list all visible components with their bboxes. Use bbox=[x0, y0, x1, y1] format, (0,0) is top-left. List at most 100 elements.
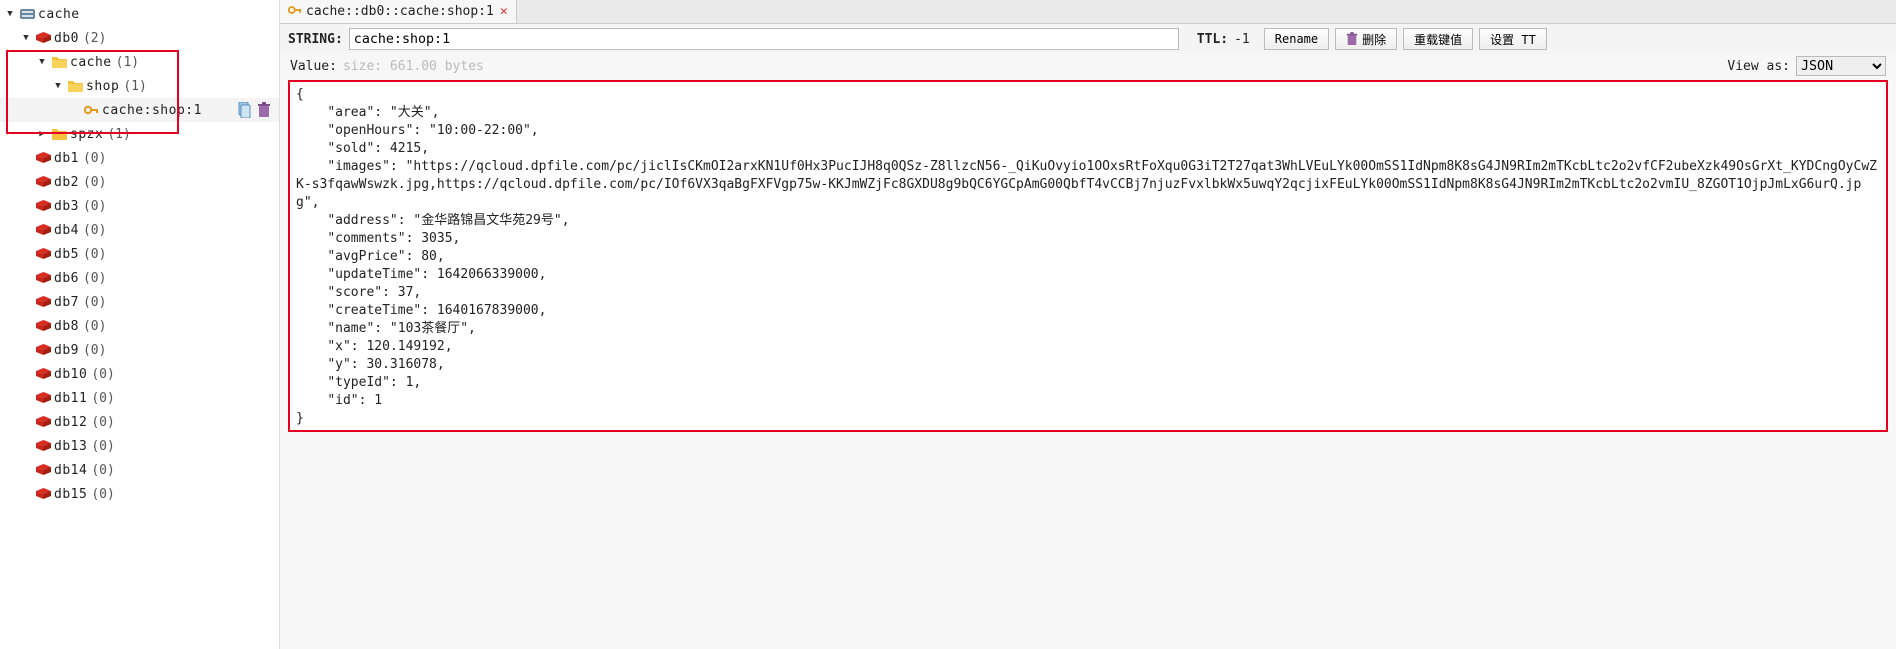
tree-db-node[interactable]: db14 (0) bbox=[0, 458, 279, 482]
redis-db-icon bbox=[34, 344, 52, 356]
key-row-actions bbox=[237, 102, 271, 118]
db-label: db1 bbox=[54, 151, 79, 166]
tree-key-cache-shop-1[interactable]: cache:shop:1 bbox=[0, 98, 279, 122]
tree-db-node[interactable]: db9(0) bbox=[0, 338, 279, 362]
set-ttl-button[interactable]: 设置 TT bbox=[1479, 28, 1547, 50]
folder-label: spzx bbox=[70, 127, 103, 142]
redis-db-icon bbox=[34, 272, 52, 284]
main-panel: cache::db0::cache:shop:1 ✕ STRING: TTL: … bbox=[280, 0, 1896, 649]
ttl-label: TTL: bbox=[1197, 32, 1228, 47]
delete-icon[interactable] bbox=[257, 102, 271, 118]
folder-icon bbox=[50, 128, 68, 140]
tree-db-node[interactable]: db12(0) bbox=[0, 410, 279, 434]
folder-count: (1) bbox=[116, 55, 139, 70]
db-label: db11 bbox=[54, 391, 87, 406]
tree-db-node[interactable]: db8 (0) bbox=[0, 314, 279, 338]
db-count: (0) bbox=[83, 175, 106, 190]
tab-close-icon[interactable]: ✕ bbox=[500, 4, 508, 19]
db-label: db13 bbox=[54, 439, 87, 454]
db-label: db0 bbox=[54, 31, 79, 46]
tree-db-node[interactable]: db3(0) bbox=[0, 194, 279, 218]
db-label: db14 bbox=[54, 463, 87, 478]
key-icon bbox=[288, 4, 302, 20]
key-info-row: STRING: TTL: -1 Rename 删除 重载键值 设置 TT bbox=[280, 24, 1896, 54]
tree-db-node[interactable]: db6(0) bbox=[0, 266, 279, 290]
key-name-input[interactable] bbox=[349, 28, 1179, 50]
chevron-down-icon[interactable] bbox=[20, 33, 32, 43]
tree-folder-shop[interactable]: shop (1) bbox=[0, 74, 279, 98]
db-count: (0) bbox=[91, 391, 114, 406]
db-count: (0) bbox=[83, 295, 106, 310]
copy-icon[interactable] bbox=[237, 102, 251, 118]
key-tree: cache db0 (2) cache (1) bbox=[0, 0, 279, 508]
db-count: (0) bbox=[83, 223, 106, 238]
tree-folder-cache[interactable]: cache (1) bbox=[0, 50, 279, 74]
db-count: (0) bbox=[83, 247, 106, 262]
tree-db-node[interactable]: db7 (0) bbox=[0, 290, 279, 314]
db-label: db2 bbox=[54, 175, 79, 190]
folder-open-icon bbox=[66, 80, 84, 92]
chevron-down-icon[interactable] bbox=[52, 81, 64, 91]
chevron-down-icon[interactable] bbox=[4, 9, 16, 19]
value-label: Value: bbox=[290, 59, 337, 74]
tree-db-node[interactable]: db5 (0) bbox=[0, 242, 279, 266]
tree-db-node[interactable]: db15(0) bbox=[0, 482, 279, 506]
value-meta-row: Value: size: 661.00 bytes View as: JSON bbox=[280, 54, 1896, 80]
key-icon bbox=[82, 104, 100, 116]
delete-button[interactable]: 删除 bbox=[1335, 28, 1397, 50]
db-label: db4 bbox=[54, 223, 79, 238]
tab-title: cache::db0::cache:shop:1 bbox=[306, 4, 494, 19]
tree-db-node[interactable]: db10 (0) bbox=[0, 362, 279, 386]
tree-db-node[interactable]: db2 (0) bbox=[0, 170, 279, 194]
reload-value-button[interactable]: 重载键值 bbox=[1403, 28, 1473, 50]
db-count: (0) bbox=[91, 463, 114, 478]
tree-db0-node[interactable]: db0 (2) bbox=[0, 26, 279, 50]
redis-db-icon bbox=[34, 392, 52, 404]
folder-label: cache bbox=[70, 55, 112, 70]
ttl-value: -1 bbox=[1234, 32, 1250, 47]
db-label: db7 bbox=[54, 295, 79, 310]
folder-count: (1) bbox=[123, 79, 146, 94]
db-count: (0) bbox=[91, 439, 114, 454]
tab-bar: cache::db0::cache:shop:1 ✕ bbox=[280, 0, 1896, 24]
db-label: db9 bbox=[54, 343, 79, 358]
tree-db-node[interactable]: db13 (0) bbox=[0, 434, 279, 458]
redis-db-icon bbox=[34, 368, 52, 380]
tree-folder-spzx[interactable]: spzx (1) bbox=[0, 122, 279, 146]
db-count: (0) bbox=[83, 319, 106, 334]
sidebar: cache db0 (2) cache (1) bbox=[0, 0, 280, 649]
redis-db-icon bbox=[34, 200, 52, 212]
tree-connection-node[interactable]: cache bbox=[0, 2, 279, 26]
redis-db-icon bbox=[34, 32, 52, 44]
value-container: { "area": "大关", "openHours": "10:00-22:0… bbox=[288, 80, 1888, 641]
folder-open-icon bbox=[50, 56, 68, 68]
redis-db-icon bbox=[34, 416, 52, 428]
key-label: cache:shop:1 bbox=[102, 103, 202, 118]
redis-db-icon bbox=[34, 224, 52, 236]
db-count: (0) bbox=[91, 367, 114, 382]
rename-button[interactable]: Rename bbox=[1264, 28, 1329, 50]
redis-db-icon bbox=[34, 176, 52, 188]
tree-db-node[interactable]: db1 (0) bbox=[0, 146, 279, 170]
chevron-down-icon[interactable] bbox=[36, 57, 48, 67]
chevron-right-icon[interactable] bbox=[36, 129, 48, 139]
db-label: db10 bbox=[54, 367, 87, 382]
db-label: db5 bbox=[54, 247, 79, 262]
tree-db-node[interactable]: db11 (0) bbox=[0, 386, 279, 410]
db-count: (0) bbox=[83, 271, 106, 286]
view-as-select[interactable]: JSON bbox=[1796, 56, 1886, 76]
folder-count: (1) bbox=[107, 127, 130, 142]
redis-db-icon bbox=[34, 152, 52, 164]
tree-db-node[interactable]: db4 (0) bbox=[0, 218, 279, 242]
redis-db-icon bbox=[34, 296, 52, 308]
view-as-control: View as: JSON bbox=[1727, 56, 1886, 76]
db-count: (0) bbox=[91, 487, 114, 502]
db-label: db8 bbox=[54, 319, 79, 334]
value-textarea[interactable]: { "area": "大关", "openHours": "10:00-22:0… bbox=[288, 80, 1888, 432]
folder-label: shop bbox=[86, 79, 119, 94]
connection-label: cache bbox=[38, 7, 80, 22]
db-count: (0) bbox=[83, 151, 106, 166]
tab-key[interactable]: cache::db0::cache:shop:1 ✕ bbox=[280, 0, 517, 23]
view-as-label: View as: bbox=[1727, 59, 1790, 74]
db-count: (0) bbox=[83, 199, 106, 214]
